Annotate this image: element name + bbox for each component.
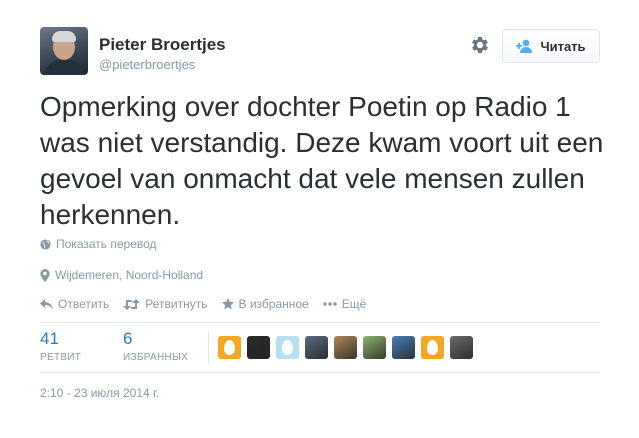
more-action[interactable]: Ещё <box>323 297 367 311</box>
globe-icon <box>40 238 51 250</box>
favorite-count: 6 <box>123 329 133 348</box>
star-icon <box>221 298 234 310</box>
favorite-label: В избранное <box>238 297 309 311</box>
retweet-action[interactable]: Ретвитнуть <box>123 297 208 311</box>
favoriter-avatar[interactable] <box>363 336 386 359</box>
egg-icon <box>282 340 293 355</box>
stats-separator <box>208 331 209 364</box>
favoriter-avatar[interactable] <box>392 336 415 359</box>
favorite-action[interactable]: В избранное <box>221 297 309 311</box>
translate-label: Показать перевод <box>56 237 157 251</box>
favoriter-avatar[interactable] <box>276 336 299 359</box>
map-pin-icon <box>40 268 50 282</box>
tweet-card: Pieter Broertjes @pieterbroertjes Читать… <box>0 0 639 438</box>
favoriter-avatar[interactable] <box>305 336 328 359</box>
favoriter-avatar[interactable] <box>421 336 444 359</box>
retweet-stat[interactable]: 41 РЕТВИТ <box>40 329 81 363</box>
location-link[interactable]: Wijdemeren, Noord-Holland <box>40 268 203 282</box>
divider <box>40 322 600 323</box>
retweet-count: 41 <box>40 329 59 348</box>
tweet-timestamp[interactable]: 2:10 - 23 июля 2014 г. <box>40 386 159 400</box>
favoriter-avatar[interactable] <box>450 336 473 359</box>
avatar[interactable] <box>40 27 88 75</box>
retweet-stat-label: РЕТВИТ <box>40 352 82 363</box>
tweet-actions: Ответить Ретвитнуть В избранное Ещё <box>40 297 380 311</box>
add-user-icon <box>516 39 533 53</box>
tweet-text: Opmerking over dochter Poetin op Radio 1… <box>40 91 604 230</box>
reply-icon <box>40 298 53 310</box>
reply-action[interactable]: Ответить <box>40 297 109 311</box>
gear-icon[interactable] <box>469 34 491 56</box>
translate-link[interactable]: Показать перевод <box>40 237 157 251</box>
location-label: Wijdemeren, Noord-Holland <box>55 268 204 282</box>
favorite-stat-label: ИЗБРАННЫХ <box>123 352 189 363</box>
favoriter-avatar[interactable] <box>218 336 241 359</box>
retweet-label: Ретвитнуть <box>145 297 208 311</box>
author-fullname[interactable]: Pieter Broertjes <box>99 35 226 55</box>
reply-label: Ответить <box>58 297 110 311</box>
retweet-icon <box>123 298 141 310</box>
egg-icon <box>427 340 438 355</box>
more-dots-icon <box>323 302 337 306</box>
favoriter-avatar[interactable] <box>247 336 270 359</box>
favorite-stat[interactable]: 6 ИЗБРАННЫХ <box>123 329 188 363</box>
author-username[interactable]: @pieterbroertjes <box>99 57 195 72</box>
follow-button-label: Читать <box>540 38 586 54</box>
favoriter-avatar[interactable] <box>334 336 357 359</box>
favoriter-avatars <box>218 336 473 359</box>
egg-icon <box>224 340 235 355</box>
divider <box>40 372 600 373</box>
more-label: Ещё <box>341 297 367 311</box>
follow-button[interactable]: Читать <box>502 29 600 63</box>
